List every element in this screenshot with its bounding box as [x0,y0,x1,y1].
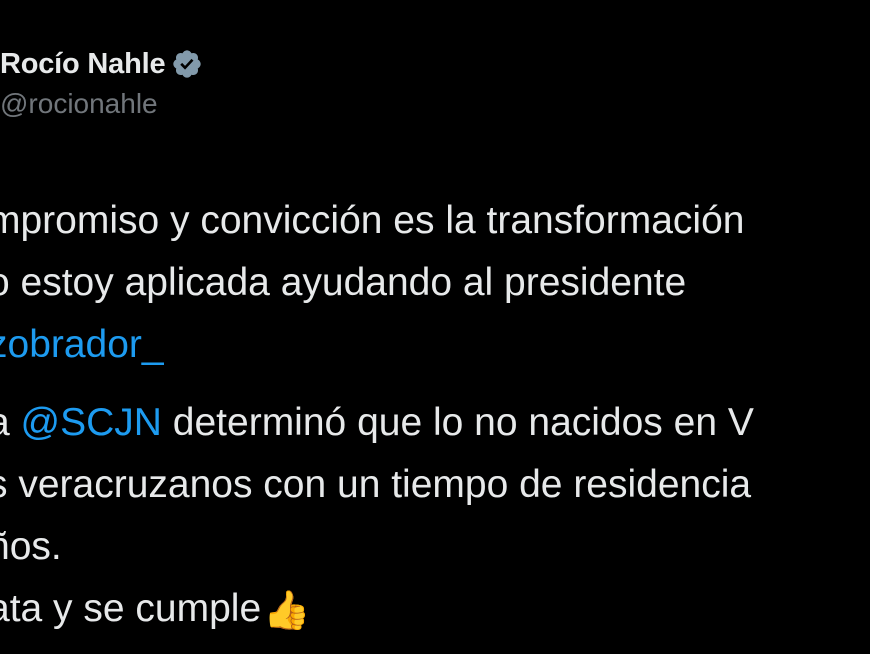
tweet-line: mpromiso y convicción es la transformaci… [0,199,745,242]
tweet-text-fragment: determinó que lo no nacidos en V [161,401,754,444]
tweet-text: mpromiso y convicción es la transformaci… [0,190,870,640]
tweet-line: o estoy aplicada ayudando al presidente [0,261,687,304]
tweet-text-fragment: a [0,401,21,444]
author-display-name[interactable]: Rocío Nahle [0,48,166,81]
author-handle[interactable]: @rocionahle [0,88,158,120]
tweet-line: ños. [0,525,62,568]
tweet-line: a @SCJN determinó que lo no nacidos en V [0,392,870,454]
mention-link[interactable]: zobrador_ [0,323,164,366]
tweet-line: zobrador_ [0,314,870,376]
tweet-line: ata y se cumple👍 [0,578,870,640]
tweet-line: s veracruzanos con un tiempo de residenc… [0,463,752,506]
tweet-text-fragment: ata y se cumple [0,587,262,630]
tweet-author[interactable]: Rocío Nahle [0,44,203,84]
mention-link-scjn[interactable]: @SCJN [21,401,162,444]
thumbs-up-emoji-icon: 👍 [263,590,311,632]
verified-badge-icon[interactable] [171,48,203,80]
